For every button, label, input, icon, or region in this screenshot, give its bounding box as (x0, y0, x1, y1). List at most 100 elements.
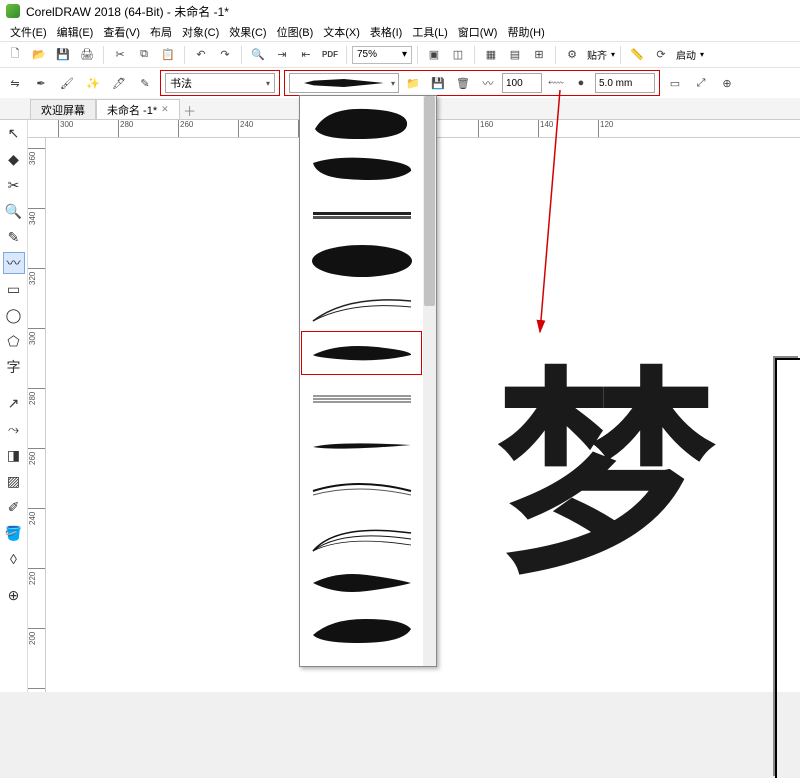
ruler-icon[interactable]: 📏 (626, 44, 648, 66)
delete-brush-icon[interactable]: 🗑 (452, 72, 474, 94)
tick-label: 260 (28, 447, 37, 465)
brush-item-10[interactable] (300, 514, 423, 560)
brush-item-12[interactable] (300, 606, 423, 652)
pdf-icon[interactable]: PDF (319, 44, 341, 66)
brush-item-5[interactable] (300, 284, 423, 330)
width-icon[interactable]: ● (570, 72, 592, 94)
nib-icon[interactable]: ⬳ (545, 72, 567, 94)
brush-item-4[interactable] (300, 238, 423, 284)
brush-item-11[interactable] (300, 560, 423, 606)
fill-tool-icon[interactable]: 🪣 (3, 522, 25, 544)
brush-item-7[interactable] (300, 376, 423, 422)
tick-label: 360 (28, 147, 37, 165)
brush-item-3[interactable] (300, 192, 423, 238)
menu-window[interactable]: 窗口(W) (454, 22, 502, 42)
zoom-combo[interactable]: 75%▾ (352, 46, 412, 64)
brush-list (300, 96, 423, 667)
save-icon[interactable]: 💾 (52, 44, 74, 66)
shape-tool-icon[interactable]: ◆ (3, 148, 25, 170)
brush-item-9[interactable] (300, 468, 423, 514)
menu-table[interactable]: 表格(I) (366, 22, 406, 42)
crop-tool-icon[interactable]: ✂ (3, 174, 25, 196)
menu-help[interactable]: 帮助(H) (503, 22, 548, 42)
dimension-tool-icon[interactable]: ↗ (3, 392, 25, 414)
brush-stroke-combo[interactable]: ▾ (289, 73, 399, 93)
artwork-character[interactable]: 梦 (496, 368, 716, 588)
calligraphic-icon[interactable]: 🖊 (108, 72, 130, 94)
align-label[interactable]: 贴齐 (585, 47, 609, 62)
menu-edit[interactable]: 编辑(E) (53, 22, 98, 42)
tick-label: 260 (180, 120, 193, 129)
brush-item-6[interactable] (300, 330, 423, 376)
sprayer-icon[interactable]: ✨ (82, 72, 104, 94)
drop-shadow-tool-icon[interactable]: ◨ (3, 444, 25, 466)
smoothing-icon[interactable]: 〰 (477, 72, 499, 94)
add-icon[interactable]: ⊕ (716, 72, 738, 94)
brush-icon[interactable]: 🖌 (56, 72, 78, 94)
search-icon[interactable]: 🔍 (247, 44, 269, 66)
brush-item-1[interactable] (300, 100, 423, 146)
cut-icon[interactable]: ✂ (109, 44, 131, 66)
artistic-media-tool-icon[interactable]: 〰 (3, 252, 25, 274)
copy-icon[interactable]: ⧉ (133, 44, 155, 66)
separator (620, 46, 621, 64)
menu-bitmap[interactable]: 位图(B) (273, 22, 318, 42)
freehand-tool-icon[interactable]: ✎ (3, 226, 25, 248)
brush-item-8[interactable] (300, 422, 423, 468)
brush-stroke-dropdown[interactable] (299, 95, 437, 667)
tab-welcome[interactable]: 欢迎屏幕 (30, 99, 96, 119)
snap-icon[interactable]: ⊞ (528, 44, 550, 66)
smoothing-value[interactable]: 100 (502, 73, 542, 93)
zoom-tool-icon[interactable]: 🔍 (3, 200, 25, 222)
menu-text[interactable]: 文本(X) (319, 22, 364, 42)
preview-icon[interactable]: ◫ (447, 44, 469, 66)
brush-shape-icon (307, 609, 417, 649)
scale-icon[interactable]: ⤢ (690, 72, 712, 94)
pick-tool-icon[interactable]: ↖ (3, 122, 25, 144)
tab-document[interactable]: 未命名 -1*✕ (96, 99, 180, 119)
menu-layout[interactable]: 布局 (146, 22, 176, 42)
transform-icon[interactable]: ⟳ (650, 44, 672, 66)
save-brush-icon[interactable]: 💾 (427, 72, 449, 94)
ellipse-tool-icon[interactable]: ◯ (3, 304, 25, 326)
new-icon[interactable]: 🗋 (4, 44, 26, 66)
pressure-icon[interactable]: ✎ (134, 72, 156, 94)
redo-icon[interactable]: ↷ (214, 44, 236, 66)
bounding-icon[interactable]: ▭ (664, 72, 686, 94)
menu-tools[interactable]: 工具(L) (408, 22, 451, 42)
brush-item-2[interactable] (300, 146, 423, 192)
menu-view[interactable]: 查看(V) (99, 22, 144, 42)
tab-add[interactable]: ＋ (180, 101, 200, 119)
outline-tool-icon[interactable]: ◊ (3, 548, 25, 570)
stroke-width-field[interactable]: 5.0 mm (595, 73, 655, 93)
polygon-tool-icon[interactable]: ⬠ (3, 330, 25, 352)
eyedropper-tool-icon[interactable]: ✐ (3, 496, 25, 518)
mirror-h-icon[interactable]: ⇋ (4, 72, 26, 94)
export-icon[interactable]: ⇤ (295, 44, 317, 66)
quick-customize-icon[interactable]: ⊕ (3, 584, 25, 606)
print-icon[interactable]: 🖨 (76, 44, 98, 66)
transparency-tool-icon[interactable]: ▨ (3, 470, 25, 492)
scrollbar[interactable] (423, 96, 436, 666)
options-icon[interactable]: ⚙ (561, 44, 583, 66)
open-icon[interactable]: 📂 (28, 44, 50, 66)
brush-category-combo[interactable]: 书法 ▾ (165, 73, 275, 93)
paste-icon[interactable]: 📋 (157, 44, 179, 66)
fullscreen-icon[interactable]: ▣ (423, 44, 445, 66)
menu-object[interactable]: 对象(C) (178, 22, 223, 42)
close-icon[interactable]: ✕ (161, 104, 169, 115)
launch-label[interactable]: 启动 (674, 47, 698, 62)
menu-file[interactable]: 文件(E) (6, 22, 51, 42)
browse-folder-icon[interactable]: 📁 (402, 72, 424, 94)
brush-item-13[interactable] (300, 652, 423, 667)
preset-icon[interactable]: ✒ (30, 72, 52, 94)
connector-tool-icon[interactable]: ⤳ (3, 418, 25, 440)
import-icon[interactable]: ⇥ (271, 44, 293, 66)
text-tool-icon[interactable]: 字 (3, 356, 25, 378)
scrollbar-thumb[interactable] (424, 96, 435, 306)
guides-icon[interactable]: ▤ (504, 44, 526, 66)
undo-icon[interactable]: ↶ (190, 44, 212, 66)
rectangle-tool-icon[interactable]: ▭ (3, 278, 25, 300)
grid-icon[interactable]: ▦ (480, 44, 502, 66)
menu-effects[interactable]: 效果(C) (225, 22, 270, 42)
